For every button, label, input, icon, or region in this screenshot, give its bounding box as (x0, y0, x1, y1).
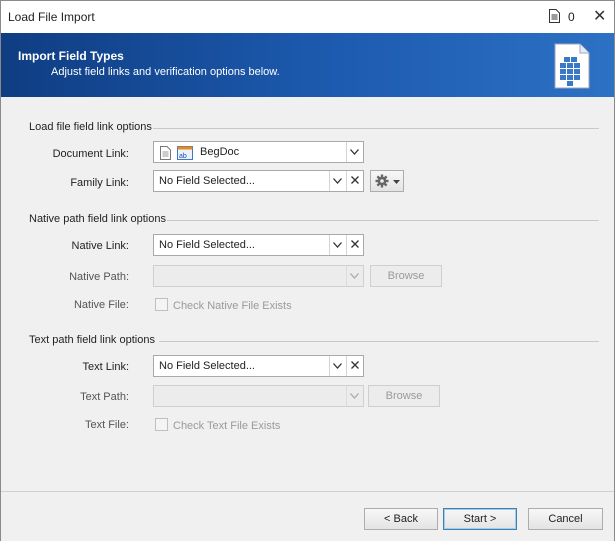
window-title: Load File Import (8, 10, 95, 24)
text-file-label: Text File: (84, 419, 129, 431)
chevron-down-icon[interactable] (329, 171, 346, 191)
native-path-dropdown[interactable] (153, 265, 364, 287)
chevron-down-icon[interactable] (346, 386, 363, 406)
native-file-label: Native File: (73, 299, 129, 311)
text-link-value: No Field Selected... (159, 360, 255, 372)
document-link-value: BegDoc (200, 146, 240, 158)
chevron-down-icon[interactable] (346, 266, 363, 286)
checkbox-box[interactable] (155, 418, 168, 431)
start-button[interactable]: Start > (443, 508, 517, 530)
chevron-down-icon[interactable] (329, 356, 346, 376)
banner-subtitle: Adjust field links and verification opti… (51, 66, 280, 78)
text-link-dropdown[interactable]: No Field Selected... (153, 355, 364, 377)
check-native-file-exists-checkbox[interactable]: Check Native File Exists (155, 298, 292, 312)
content-panel: Load file field link options Document Li… (1, 97, 614, 491)
document-link-label: Document Link: (52, 148, 129, 160)
gear-icon (375, 174, 389, 188)
text-link-label: Text Link: (82, 361, 129, 373)
svg-text:ab: ab (179, 153, 187, 160)
text-path-dropdown[interactable] (153, 385, 364, 407)
banner-heading: Import Field Types (18, 49, 124, 63)
back-button[interactable]: < Back (364, 508, 438, 530)
check-native-file-label: Check Native File Exists (173, 300, 292, 312)
chevron-down-icon[interactable] (329, 235, 346, 255)
caret-down-icon (393, 180, 400, 184)
document-count: 0 (568, 10, 575, 24)
clear-icon[interactable] (346, 356, 363, 376)
text-section-heading: Text path field link options (29, 334, 155, 346)
checkbox-box[interactable] (155, 298, 168, 311)
text-field-icon: ab (177, 146, 193, 160)
section-divider (167, 220, 599, 221)
family-link-value: No Field Selected... (159, 175, 255, 187)
cancel-button[interactable]: Cancel (528, 508, 603, 530)
native-link-dropdown[interactable]: No Field Selected... (153, 234, 364, 256)
close-icon[interactable]: ✕ (593, 6, 606, 26)
family-settings-button[interactable] (370, 170, 404, 192)
native-section-heading: Native path field link options (29, 213, 166, 225)
document-icon (160, 146, 171, 160)
clear-icon[interactable] (346, 235, 363, 255)
section-divider (159, 341, 599, 342)
check-text-file-label: Check Text File Exists (173, 420, 281, 432)
document-icon (549, 9, 560, 23)
title-bar: Load File Import 0 ✕ (1, 1, 614, 33)
native-link-label: Native Link: (71, 240, 129, 252)
load-file-section-heading: Load file field link options (29, 121, 152, 133)
dialog-footer: < Back Start > Cancel (1, 491, 614, 541)
header-banner: Import Field Types Adjust field links an… (1, 33, 614, 97)
family-link-dropdown[interactable]: No Field Selected... (153, 170, 364, 192)
text-path-label: Text Path: (80, 391, 129, 403)
section-divider (153, 128, 599, 129)
document-link-dropdown[interactable]: ab BegDoc (153, 141, 364, 163)
native-browse-button[interactable]: Browse (370, 265, 442, 287)
native-link-value: No Field Selected... (159, 239, 255, 251)
chevron-down-icon[interactable] (346, 142, 363, 162)
field-types-icon (554, 43, 590, 89)
clear-icon[interactable] (346, 171, 363, 191)
load-file-import-window: Load File Import 0 ✕ Import Field Types … (0, 0, 615, 541)
family-link-label: Family Link: (70, 177, 129, 189)
native-path-label: Native Path: (69, 271, 129, 283)
text-browse-button[interactable]: Browse (368, 385, 440, 407)
check-text-file-exists-checkbox[interactable]: Check Text File Exists (155, 418, 280, 432)
